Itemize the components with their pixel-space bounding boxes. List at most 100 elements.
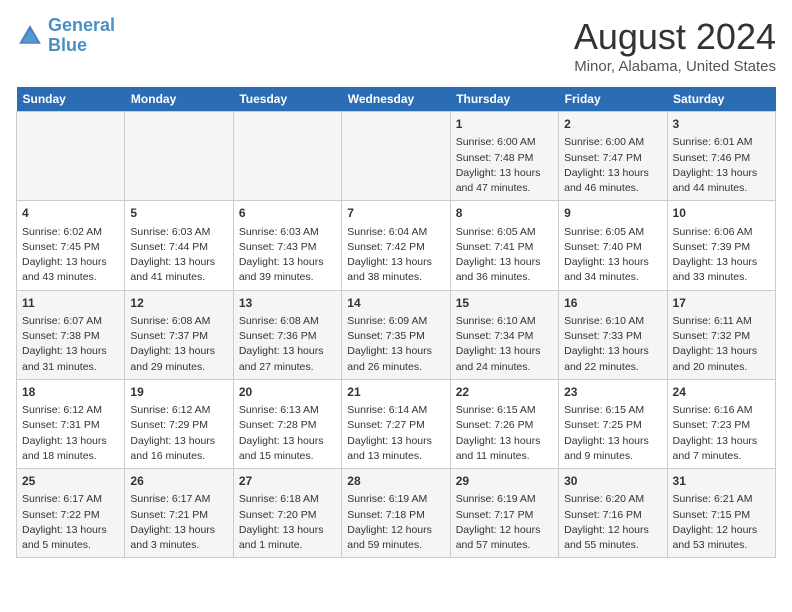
- sunrise-text: Sunrise: 6:15 AM: [564, 404, 644, 416]
- sunrise-text: Sunrise: 6:11 AM: [673, 315, 752, 327]
- logo: General Blue: [16, 16, 115, 56]
- daylight-text: Daylight: 13 hours and 18 minutes.: [22, 435, 107, 462]
- day-number: 14: [347, 295, 444, 312]
- week-row-5: 25 Sunrise: 6:17 AM Sunset: 7:22 PM Dayligh…: [17, 469, 776, 558]
- day-number: 22: [456, 384, 553, 401]
- sunset-text: Sunset: 7:28 PM: [239, 419, 317, 431]
- day-number: 31: [673, 473, 770, 490]
- sunset-text: Sunset: 7:25 PM: [564, 419, 642, 431]
- day-number: 4: [22, 205, 119, 222]
- calendar-cell: 10Sunrise: 6:06 AMSunset: 7:39 PMDayligh…: [667, 201, 775, 290]
- daylight-text: Daylight: 13 hours and 47 minutes.: [456, 167, 541, 194]
- header-day-friday: Friday: [559, 87, 667, 112]
- calendar-cell: 11Sunrise: 6:07 AMSunset: 7:38 PMDayligh…: [17, 290, 125, 379]
- day-number: 28: [347, 473, 444, 490]
- sunrise-text: Sunrise: 6:00 AM: [564, 136, 644, 148]
- sunset-text: Sunset: 7:16 PM: [564, 509, 642, 521]
- sunset-text: Sunset: 7:42 PM: [347, 241, 425, 253]
- sunrise-text: Sunrise: 6:05 AM: [564, 226, 644, 238]
- calendar-cell: 29Sunrise: 6:19 AMSunset: 7:17 PMDayligh…: [450, 469, 558, 558]
- day-number: 8: [456, 205, 553, 222]
- sunset-text: Sunset: 7:48 PM: [456, 152, 534, 164]
- daylight-text: Daylight: 12 hours and 57 minutes.: [456, 524, 541, 551]
- calendar-header: SundayMondayTuesdayWednesdayThursdayFrid…: [17, 87, 776, 112]
- sunrise-text: Sunrise: 6:20 AM: [564, 493, 644, 505]
- sunset-text: Sunset: 7:44 PM: [130, 241, 208, 253]
- logo-line2: Blue: [48, 35, 87, 55]
- day-number: 2: [564, 116, 661, 133]
- daylight-text: Daylight: 13 hours and 39 minutes.: [239, 256, 324, 283]
- day-number: 23: [564, 384, 661, 401]
- calendar-cell: 20Sunrise: 6:13 AMSunset: 7:28 PMDayligh…: [233, 379, 341, 468]
- day-number: 17: [673, 295, 770, 312]
- sunset-text: Sunset: 7:41 PM: [456, 241, 534, 253]
- sunrise-text: Sunrise: 6:17 AM: [22, 493, 102, 505]
- header: General Blue August 2024 Minor, Alabama,…: [16, 16, 776, 75]
- header-row: SundayMondayTuesdayWednesdayThursdayFrid…: [17, 87, 776, 112]
- calendar-cell: 2Sunrise: 6:00 AMSunset: 7:47 PMDaylight…: [559, 112, 667, 201]
- calendar-cell: 1Sunrise: 6:00 AMSunset: 7:48 PMDaylight…: [450, 112, 558, 201]
- daylight-text: Daylight: 13 hours and 38 minutes.: [347, 256, 432, 283]
- header-day-wednesday: Wednesday: [342, 87, 450, 112]
- sunset-text: Sunset: 7:46 PM: [673, 152, 751, 164]
- sunset-text: Sunset: 7:39 PM: [673, 241, 751, 253]
- calendar-cell: 18Sunrise: 6:12 AMSunset: 7:31 PMDayligh…: [17, 379, 125, 468]
- daylight-text: Daylight: 12 hours and 59 minutes.: [347, 524, 432, 551]
- sunrise-text: Sunrise: 6:19 AM: [347, 493, 427, 505]
- logo-icon: [16, 22, 44, 50]
- daylight-text: Daylight: 13 hours and 22 minutes.: [564, 345, 649, 372]
- sunrise-text: Sunrise: 6:12 AM: [130, 404, 210, 416]
- daylight-text: Daylight: 13 hours and 9 minutes.: [564, 435, 649, 462]
- daylight-text: Daylight: 13 hours and 41 minutes.: [130, 256, 215, 283]
- daylight-text: Daylight: 13 hours and 34 minutes.: [564, 256, 649, 283]
- sunrise-text: Sunrise: 6:17 AM: [130, 493, 210, 505]
- sunset-text: Sunset: 7:47 PM: [564, 152, 642, 164]
- daylight-text: Daylight: 13 hours and 33 minutes.: [673, 256, 758, 283]
- subtitle: Minor, Alabama, United States: [574, 58, 776, 75]
- sunrise-text: Sunrise: 6:09 AM: [347, 315, 427, 327]
- calendar-cell: 25 Sunrise: 6:17 AM Sunset: 7:22 PM Dayligh…: [17, 469, 125, 558]
- calendar-cell: 16Sunrise: 6:10 AMSunset: 7:33 PMDayligh…: [559, 290, 667, 379]
- sunset-text: Sunset: 7:38 PM: [22, 330, 100, 342]
- calendar-cell: 4Sunrise: 6:02 AMSunset: 7:45 PMDaylight…: [17, 201, 125, 290]
- header-day-saturday: Saturday: [667, 87, 775, 112]
- sunrise-text: Sunrise: 6:13 AM: [239, 404, 319, 416]
- sunrise-text: Sunrise: 6:14 AM: [347, 404, 427, 416]
- sunrise-text: Sunrise: 6:12 AM: [22, 404, 102, 416]
- calendar-cell: 13Sunrise: 6:08 AMSunset: 7:36 PMDayligh…: [233, 290, 341, 379]
- daylight-text: Daylight: 13 hours and 26 minutes.: [347, 345, 432, 372]
- sunset-text: Sunset: 7:33 PM: [564, 330, 642, 342]
- day-number: 21: [347, 384, 444, 401]
- calendar-cell: 24Sunrise: 6:16 AMSunset: 7:23 PMDayligh…: [667, 379, 775, 468]
- sunrise-text: Sunrise: 6:06 AM: [673, 226, 753, 238]
- sunset-text: Sunset: 7:32 PM: [673, 330, 751, 342]
- main-title: August 2024: [574, 16, 776, 58]
- calendar-cell: [233, 112, 341, 201]
- sunset-text: Sunset: 7:15 PM: [673, 509, 751, 521]
- calendar-cell: 26Sunrise: 6:17 AMSunset: 7:21 PMDayligh…: [125, 469, 233, 558]
- week-row-3: 11Sunrise: 6:07 AMSunset: 7:38 PMDayligh…: [17, 290, 776, 379]
- day-number: 13: [239, 295, 336, 312]
- daylight-text: Daylight: 13 hours and 11 minutes.: [456, 435, 541, 462]
- calendar-cell: 6Sunrise: 6:03 AMSunset: 7:43 PMDaylight…: [233, 201, 341, 290]
- calendar-cell: 23 Sunrise: 6:15 AM Sunset: 7:25 PM Dayligh…: [559, 379, 667, 468]
- day-number: 9: [564, 205, 661, 222]
- daylight-text: Daylight: 13 hours and 1 minute.: [239, 524, 324, 551]
- day-number: 16: [564, 295, 661, 312]
- header-day-sunday: Sunday: [17, 87, 125, 112]
- sunset-text: Sunset: 7:22 PM: [22, 509, 100, 521]
- daylight-text: Daylight: 12 hours and 53 minutes.: [673, 524, 758, 551]
- daylight-text: Daylight: 12 hours and 55 minutes.: [564, 524, 649, 551]
- week-row-2: 4Sunrise: 6:02 AMSunset: 7:45 PMDaylight…: [17, 201, 776, 290]
- daylight-text: Daylight: 13 hours and 5 minutes.: [22, 524, 107, 551]
- day-number: 24: [673, 384, 770, 401]
- daylight-text: Daylight: 13 hours and 15 minutes.: [239, 435, 324, 462]
- calendar-cell: 9Sunrise: 6:05 AMSunset: 7:40 PMDaylight…: [559, 201, 667, 290]
- calendar-cell: [17, 112, 125, 201]
- daylight-text: Daylight: 13 hours and 16 minutes.: [130, 435, 215, 462]
- sunset-text: Sunset: 7:17 PM: [456, 509, 534, 521]
- calendar-cell: 8Sunrise: 6:05 AMSunset: 7:41 PMDaylight…: [450, 201, 558, 290]
- day-number: 25: [22, 473, 119, 490]
- sunrise-text: Sunrise: 6:03 AM: [239, 226, 319, 238]
- daylight-text: Daylight: 13 hours and 13 minutes.: [347, 435, 432, 462]
